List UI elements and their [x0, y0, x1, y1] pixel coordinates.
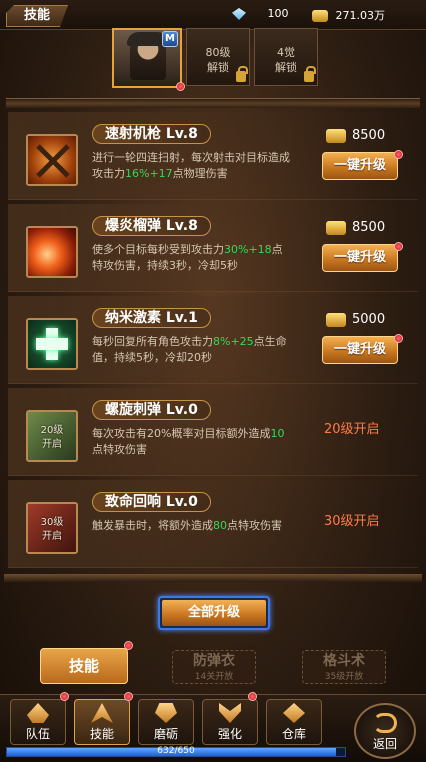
cross-horizontal: [36, 338, 68, 350]
locked-slot-label: 4觉 解锁: [275, 46, 297, 74]
one-click-upgrade-button[interactable]: 一键升级: [322, 244, 398, 272]
heal-cross-icon[interactable]: [26, 318, 78, 370]
back-button[interactable]: 返回: [354, 703, 416, 759]
all-upgrade-button[interactable]: 全部升级: [162, 600, 266, 626]
one-click-upgrade-button[interactable]: 一键升级: [322, 152, 398, 180]
gold-icon: [326, 312, 346, 327]
nav-team[interactable]: 队伍: [10, 699, 66, 745]
sub-tabs: 技能 防弹衣 14关开放 格斗术 35级开放: [0, 640, 426, 694]
lock-icon: [304, 66, 316, 82]
skill-lock-label: 20级 开启: [40, 425, 64, 450]
notification-dot: [394, 334, 403, 343]
all-upgrade-frame: 全部升级: [158, 596, 270, 630]
gold-amount: 271.03万: [335, 9, 386, 22]
nav-label: 磨砺: [153, 727, 178, 741]
upgrade-cost: 8500: [326, 128, 385, 143]
notification-dot: [394, 242, 403, 251]
locked-slot-label: 80级 解锁: [205, 46, 231, 74]
skill-lock-label: 30级 开启: [40, 517, 64, 542]
crossed-guns-graphic: [36, 144, 70, 178]
skill-icon: [91, 703, 113, 723]
locked-slot-awaken[interactable]: 4觉 解锁: [254, 28, 318, 86]
notification-dot: [124, 692, 133, 701]
return-arrow-icon: [373, 713, 397, 733]
nav-label: 仓库: [281, 727, 306, 741]
one-click-upgrade-button[interactable]: 一键升级: [322, 336, 398, 364]
nav-enhance[interactable]: 强化: [202, 699, 258, 745]
bottom-nav: 队伍 技能 磨砺 强化 仓库 返回 632/650: [0, 692, 426, 762]
tab-body-armor[interactable]: 防弹衣 14关开放: [172, 650, 256, 684]
nav-label: 队伍: [25, 727, 50, 741]
skill-description: 使多个目标每秒受到攻击力30%+18点特攻伤害，持续3秒，冷却5秒: [92, 243, 283, 272]
skill-row: 速射机枪 Lv.8 进行一轮四连扫射，每次射击对目标造成攻击力16%+17点物理…: [8, 112, 418, 200]
skill-name: 爆炎榴弹 Lv.8: [92, 216, 211, 236]
tab-martial-arts[interactable]: 格斗术 35级开放: [302, 650, 386, 684]
skill-row: 纳米激素 Lv.1 每秒回复所有角色攻击力8%+25点生命值，持续5秒，冷却20…: [8, 296, 418, 384]
gem-counter: 100: [232, 7, 289, 20]
list-frame-bottom: [4, 574, 422, 582]
skill-row: 爆炎榴弹 Lv.8 使多个目标每秒受到攻击力30%+18点特攻伤害，持续3秒，冷…: [8, 204, 418, 292]
nav-label: 强化: [217, 727, 242, 741]
rank-badge: M: [162, 31, 178, 47]
unlock-requirement: 30级开启: [324, 514, 380, 529]
tab-unlock-hint: 14关开放: [194, 672, 234, 682]
machine-gun-icon[interactable]: [26, 134, 78, 186]
spiral-bullet-icon[interactable]: 20级 开启: [26, 410, 78, 462]
tab-label: 防弹衣: [193, 653, 235, 669]
gold-icon: [326, 128, 346, 143]
gem-amount: 100: [267, 7, 289, 20]
skill-description: 触发暴击时，将额外造成80点特攻伤害: [92, 519, 282, 532]
skill-name: 纳米激素 Lv.1: [92, 308, 211, 328]
tab-label: 格斗术: [323, 653, 365, 669]
notification-dot: [124, 641, 133, 650]
unlock-requirement: 20级开启: [324, 422, 380, 437]
tab-unlock-hint: 35级开放: [324, 672, 364, 682]
skill-list: 速射机枪 Lv.8 进行一轮四连扫射，每次射击对目标造成攻击力16%+17点物理…: [0, 112, 426, 582]
skill-row-locked: 30级 开启 致命回响 Lv.0 触发暴击时，将额外造成80点特攻伤害 30级开…: [8, 480, 418, 568]
skill-description: 每次攻击有20%概率对目标额外造成10点特攻伤害: [92, 427, 285, 456]
skill-description: 进行一轮四连扫射，每次射击对目标造成攻击力16%+17点物理伤害: [92, 151, 290, 180]
hero-portrait[interactable]: M: [112, 28, 185, 91]
xp-bar: 632/650: [6, 746, 346, 757]
lock-icon: [236, 66, 248, 82]
skill-row-locked: 20级 开启 螺旋刺弹 Lv.0 每次攻击有20%概率对目标额外造成10点特攻伤…: [8, 388, 418, 476]
fatal-echo-icon[interactable]: 30级 开启: [26, 502, 78, 554]
page-title: 技能: [6, 5, 68, 27]
skill-name: 致命回响 Lv.0: [92, 492, 211, 512]
hone-icon: [155, 703, 177, 723]
grenade-icon[interactable]: [26, 226, 78, 278]
skill-name: 速射机枪 Lv.8: [92, 124, 211, 144]
team-icon: [27, 703, 49, 723]
skills-screen: 技能 100 271.03万 M 80级 解锁 4觉 解锁 速射机枪 Lv.8 …: [0, 0, 426, 762]
divider: [6, 98, 420, 108]
tab-skills[interactable]: 技能: [40, 648, 128, 684]
gem-icon: [232, 8, 246, 20]
gold-icon: [312, 10, 328, 22]
xp-text: 632/650: [157, 746, 195, 756]
nav-warehouse[interactable]: 仓库: [266, 699, 322, 745]
nav-skills[interactable]: 技能: [74, 699, 130, 745]
top-bar: 技能 100 271.03万: [0, 0, 426, 30]
notification-dot: [176, 82, 185, 91]
upgrade-cost: 5000: [326, 312, 385, 327]
skill-name: 螺旋刺弹 Lv.0: [92, 400, 211, 420]
back-label: 返回: [372, 737, 397, 751]
skill-description: 每秒回复所有角色攻击力8%+25点生命值，持续5秒，冷却20秒: [92, 335, 287, 364]
upgrade-cost: 8500: [326, 220, 385, 235]
nav-label: 技能: [89, 727, 114, 741]
enhance-icon: [219, 703, 241, 723]
gold-counter: 271.03万: [312, 7, 385, 23]
notification-dot: [60, 692, 69, 701]
warehouse-icon: [283, 703, 305, 723]
notification-dot: [248, 692, 257, 701]
nav-hone[interactable]: 磨砺: [138, 699, 194, 745]
notification-dot: [394, 150, 403, 159]
gold-icon: [326, 220, 346, 235]
locked-slot-level[interactable]: 80级 解锁: [186, 28, 250, 86]
